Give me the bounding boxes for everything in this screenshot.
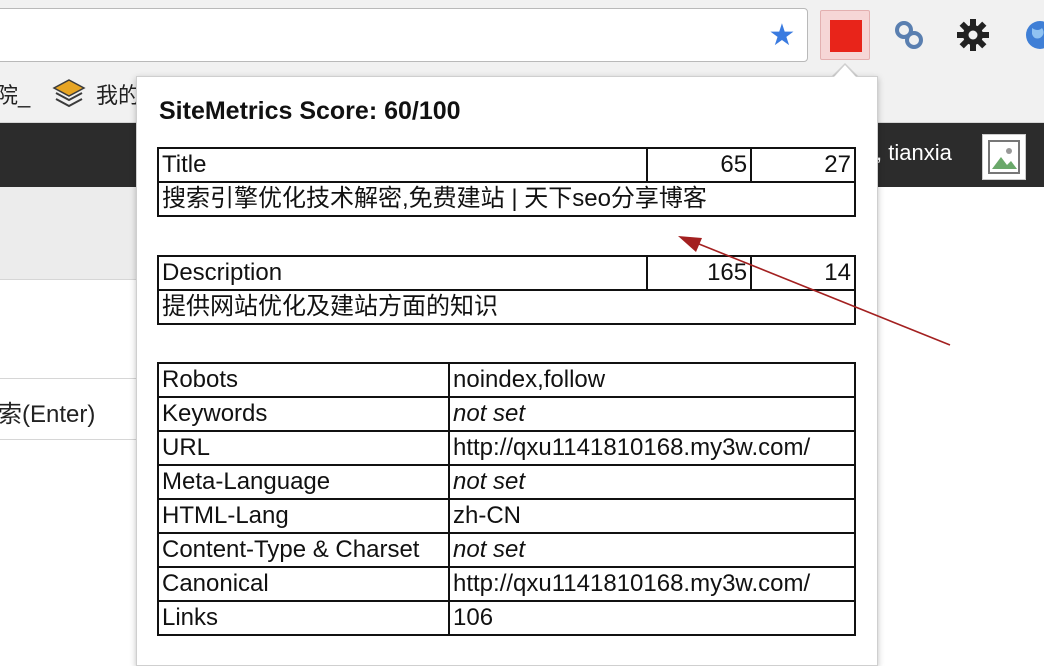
annotation-arrow [678,236,951,346]
annotation-arrow-head [678,236,702,252]
annotation-arrow-line [693,241,951,346]
